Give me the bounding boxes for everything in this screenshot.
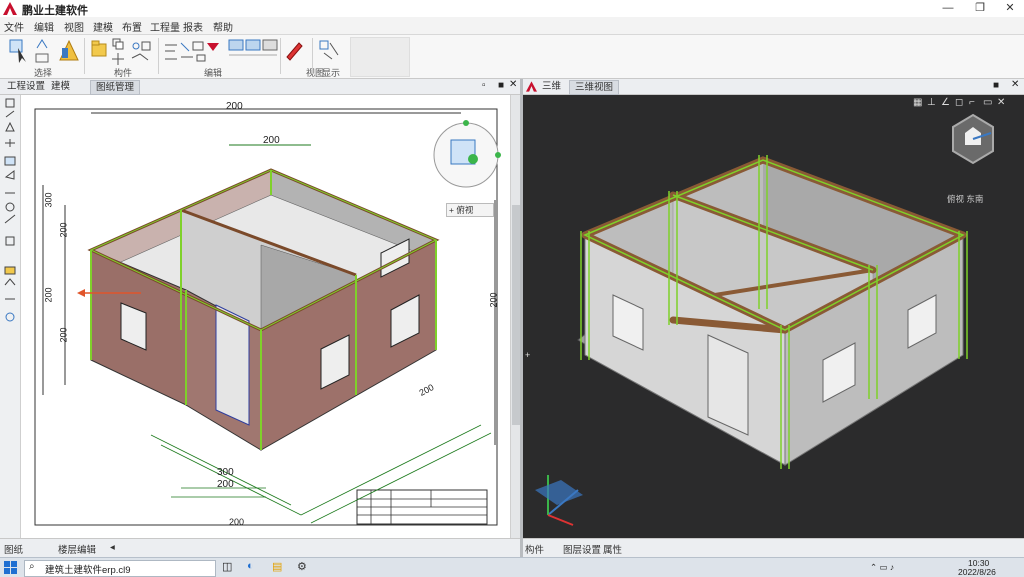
status-arrow-icon[interactable]: ◂ (110, 542, 115, 553)
menu-item-view[interactable]: 视图 (64, 19, 84, 34)
view-grid-icon[interactable]: ▦ (913, 97, 922, 108)
dim-label-right: 200 (488, 292, 499, 308)
panel-menu-icon[interactable]: ▫ (482, 80, 486, 91)
house-drawing (34, 108, 501, 526)
view-label-box[interactable]: + 俯视 (446, 203, 494, 217)
settings-icon[interactable]: ⚙ (297, 560, 312, 575)
left-vertical-toolbar (0, 95, 21, 538)
status-components[interactable]: 构件 (525, 542, 544, 556)
component-icon[interactable] (58, 38, 80, 64)
task-view-icon[interactable]: ◫ (222, 560, 237, 575)
title-bar: 鹏业土建软件 — ❐ ✕ (0, 0, 1024, 18)
minimize-button[interactable]: — (934, 0, 962, 17)
tab-drawing-manager[interactable]: 图纸管理 (90, 80, 141, 95)
taskbar-search-box[interactable]: ⌕ 建筑土建软件erp.cl9 (24, 560, 216, 577)
menu-item-file[interactable]: 文件 (4, 19, 24, 34)
app-logo-icon (3, 2, 17, 15)
display-icon[interactable] (318, 39, 340, 61)
dim-label-left-4: 200 (58, 327, 69, 343)
dim-label-width: 200 (263, 135, 280, 146)
left-panel-header: 工程设置 建模 图纸管理 ▫ ■ ✕ (0, 79, 520, 95)
open-folder-icon[interactable] (90, 38, 108, 60)
tab-project-settings[interactable]: 工程设置 (2, 80, 50, 93)
taskbar: ⌕ 建筑土建软件erp.cl9 ◫ ◐ ▤ ⚙ ⌃ ▭ ♪ 10:30 2022… (0, 557, 1024, 577)
house-3d-model (535, 113, 994, 526)
app-small-logo-icon (526, 81, 537, 92)
panel-pin-icon[interactable]: ■ (498, 80, 504, 91)
status-drawings[interactable]: 图纸 (4, 542, 23, 556)
close-button[interactable]: ✕ (996, 0, 1024, 17)
tab-3d[interactable]: 三维 (537, 80, 566, 93)
pick-icon[interactable] (35, 38, 49, 50)
view-close-icon[interactable]: ✕ (997, 97, 1005, 108)
view-buttons-icon[interactable] (228, 39, 278, 61)
add-icon[interactable]: + (525, 350, 530, 360)
dim-label-left-1: 300 (43, 192, 54, 208)
panel-close-icon[interactable]: ✕ (509, 79, 517, 90)
panel-pin-icon[interactable]: ■ (993, 80, 999, 91)
menu-item-quantity[interactable]: 工程量 (150, 19, 180, 34)
app-title: 鹏业土建软件 (22, 5, 88, 17)
edit-tools-icon[interactable] (128, 38, 156, 66)
menu-item-model[interactable]: 建模 (93, 19, 113, 34)
delete-icon[interactable] (284, 39, 304, 61)
view-angle-icon[interactable]: ∠ (941, 97, 950, 108)
right-status-bar: 构件 图层设置 属性 (523, 538, 1024, 558)
menu-item-edit[interactable]: 编辑 (34, 19, 54, 34)
move-icon[interactable] (112, 53, 124, 65)
filter-icon[interactable] (35, 52, 49, 64)
dim-label-bottom-1: 300 (217, 467, 234, 478)
edge-browser-icon[interactable]: ◐ (247, 560, 262, 575)
windows-start-icon[interactable] (4, 561, 17, 574)
status-floor-edit[interactable]: 楼层编辑 (58, 542, 96, 556)
right-panel-header: 三维 三维视图 ■ ✕ (523, 79, 1024, 95)
tab-modeling[interactable]: 建模 (46, 80, 75, 93)
dim-label-left-3: 200 (43, 287, 54, 303)
file-explorer-icon[interactable]: ▤ (272, 560, 287, 575)
ribbon-group-edit: 编辑 (204, 68, 223, 78)
tray-icons[interactable]: ⌃ ▭ ♪ (870, 562, 894, 573)
view-box-icon[interactable]: ◻ (955, 97, 963, 108)
status-layers[interactable]: 图层设置 (563, 542, 601, 556)
dim-label-top: 200 (226, 101, 243, 112)
dim-label-bottom-2: 200 (217, 479, 234, 490)
view-frame-icon[interactable]: ⌐ (969, 97, 975, 108)
left-status-bar: 图纸 楼层编辑 ◂ (0, 538, 520, 558)
copy-icon[interactable] (112, 38, 124, 50)
menu-item-help[interactable]: 帮助 (213, 19, 233, 34)
panel-close-icon[interactable]: ✕ (1011, 79, 1019, 90)
menu-bar: 文件 编辑 视图 建模 布置 工程量 报表 帮助 (0, 17, 1024, 35)
viewport-controls: ▦ ⊥ ∠ ◻ ⌐ ▭ ✕ (913, 97, 1021, 111)
scrollbar-thumb[interactable] (512, 205, 520, 425)
maximize-button[interactable]: ❐ (966, 0, 994, 17)
ribbon-group-display: 显示 (322, 68, 341, 78)
menu-item-place[interactable]: 布置 (122, 19, 142, 34)
ribbon-group-component: 构件 (114, 68, 133, 78)
select-tool-icon[interactable] (8, 38, 30, 64)
ribbon-collapse-area (350, 37, 410, 77)
viewcube-label: 俯视 东南 (947, 194, 984, 204)
edit-toolbar-icons[interactable] (163, 39, 223, 65)
view-label-text: + 俯视 (449, 205, 474, 215)
view-axis-icon[interactable]: ⊥ (927, 97, 936, 108)
drawing-canvas[interactable]: 200 200 300 200 200 200 200 300 200 200 … (21, 95, 510, 538)
tab-3d-view[interactable]: 三维视图 (569, 80, 620, 95)
view-window-icon[interactable]: ▭ (983, 97, 992, 108)
search-icon: ⌕ (29, 561, 35, 572)
dim-label-bottom-3: 200 (229, 517, 245, 527)
dim-label-left-2: 200 (58, 222, 69, 238)
drawing-tools-icons[interactable] (3, 97, 17, 327)
taskbar-search-text: 建筑土建软件erp.cl9 (45, 565, 131, 576)
3d-viewport[interactable]: ▦ ⊥ ∠ ◻ ⌐ ▭ ✕ 俯视 东南 + (523, 95, 1024, 538)
menu-item-report[interactable]: 报表 (183, 19, 203, 34)
status-properties[interactable]: 属性 (603, 542, 622, 556)
ribbon-toolbar: 选择 构件 编辑 视图 显示 (0, 35, 1024, 79)
ribbon-group-select: 选择 (34, 68, 53, 78)
